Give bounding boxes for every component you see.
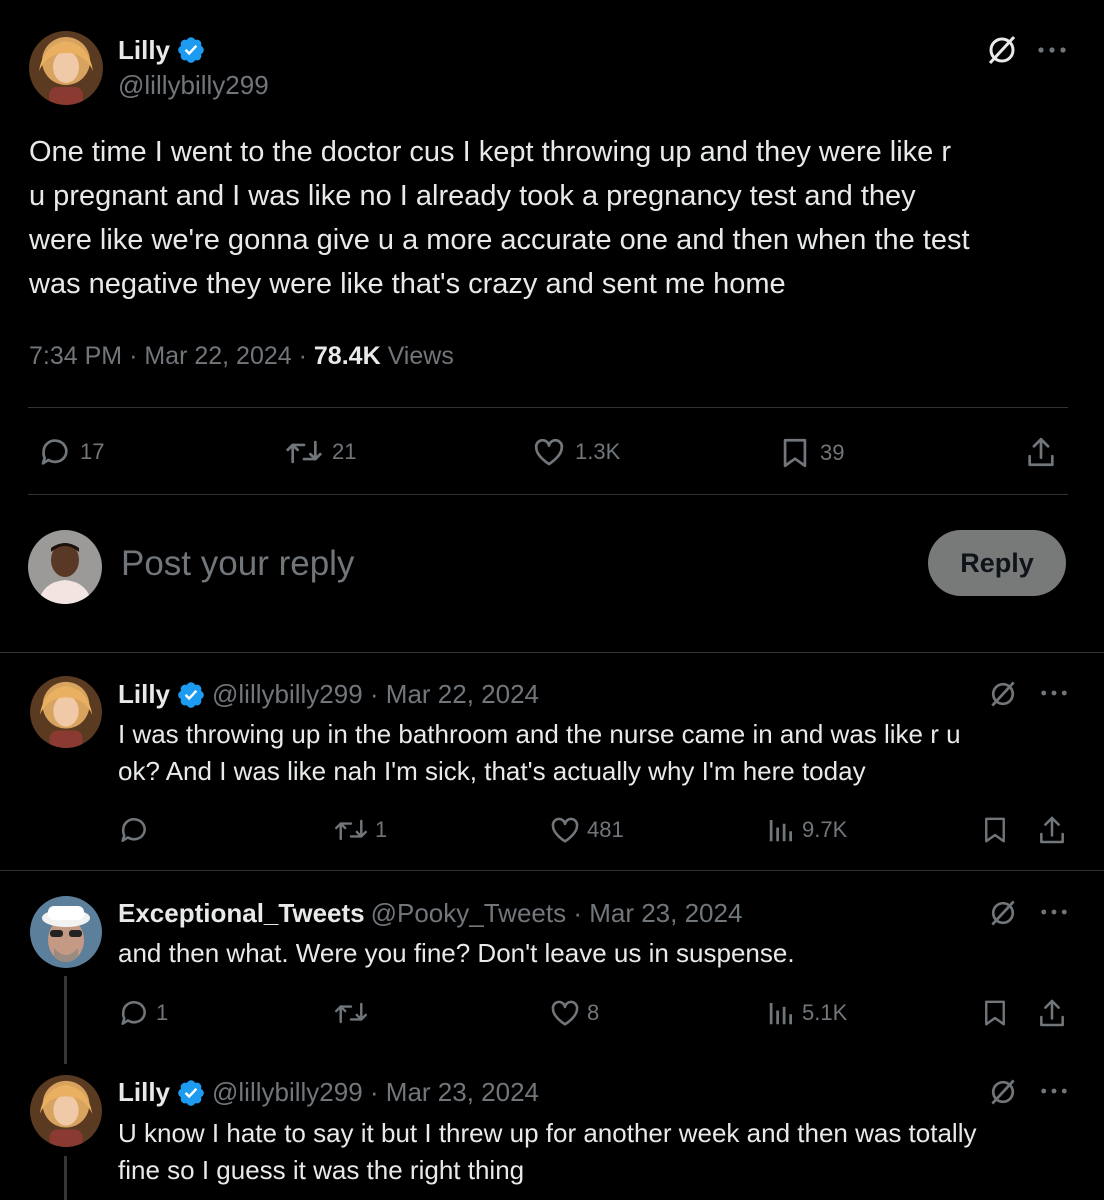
reply-action[interactable] <box>118 814 156 846</box>
reply-text-line: I was throwing up in the bathroom and th… <box>118 719 961 749</box>
heart-icon <box>549 997 581 1029</box>
reply-text-line: ok? And I was like nah I'm sick, that's … <box>118 756 866 786</box>
post-text-line: was negative they were like that's crazy… <box>29 268 786 300</box>
reply-text-line: U know I hate to say it but I threw up f… <box>118 1118 977 1148</box>
reply-action[interactable]: 1 <box>118 997 168 1029</box>
share-icon[interactable] <box>1036 997 1068 1029</box>
grok-icon[interactable] <box>987 1076 1019 1108</box>
reply-author-name[interactable]: Lilly <box>118 1077 170 1108</box>
more-icon[interactable] <box>1037 45 1067 55</box>
reply-author-avatar[interactable] <box>30 1075 102 1147</box>
reply-input[interactable]: Post your reply <box>121 544 354 584</box>
verified-badge-icon <box>176 1078 206 1108</box>
section-divider <box>0 870 1104 871</box>
reply-button[interactable]: Reply <box>928 530 1066 596</box>
grok-icon[interactable] <box>984 32 1020 68</box>
reply-text-line: fine so I guess it was the right thing <box>118 1155 525 1185</box>
repost-icon <box>333 997 369 1029</box>
repost-count: 21 <box>332 439 357 464</box>
like-count: 8 <box>587 1000 600 1025</box>
reply-text: U know I hate to say it but I threw up f… <box>118 1115 976 1189</box>
repost-icon <box>284 435 324 469</box>
reply-handle-date[interactable]: @lillybilly299 · Mar 23, 2024 <box>212 1077 539 1108</box>
reply-text: I was throwing up in the bathroom and th… <box>118 716 961 790</box>
reply-author-avatar[interactable] <box>30 896 102 968</box>
bookmark-action[interactable]: 39 <box>778 435 844 471</box>
share-icon[interactable] <box>1024 434 1058 470</box>
reply-author-name[interactable]: Exceptional_Tweets <box>118 898 365 929</box>
post-text: One time I went to the doctor cus I kept… <box>29 130 1079 306</box>
reply-action[interactable]: 17 <box>38 435 104 469</box>
like-count: 481 <box>587 817 624 842</box>
heart-icon <box>531 435 567 469</box>
author-avatar[interactable] <box>29 31 103 105</box>
verified-badge-icon <box>176 680 206 710</box>
bookmark-icon <box>778 435 812 471</box>
post-text-line: u pregnant and I was like no I already t… <box>29 180 916 212</box>
reply-author-avatar[interactable] <box>30 676 102 748</box>
repost-action[interactable] <box>333 997 375 1029</box>
repost-icon <box>333 814 369 846</box>
author-name[interactable]: Lilly <box>118 35 170 66</box>
reply-text-line: and then what. Were you fine? Don't leav… <box>118 938 795 968</box>
reply-handle-date[interactable]: @Pooky_Tweets · Mar 23, 2024 <box>371 898 743 929</box>
section-divider <box>0 652 1104 653</box>
reply-handle-date[interactable]: @lillybilly299 · Mar 22, 2024 <box>212 679 539 710</box>
repost-action[interactable]: 21 <box>284 435 356 469</box>
heart-icon <box>549 814 581 846</box>
like-count: 1.3K <box>575 439 621 464</box>
bookmark-icon[interactable] <box>980 814 1010 846</box>
repost-count: 1 <box>375 817 388 842</box>
reply-icon <box>118 997 150 1029</box>
reply-text: and then what. Were you fine? Don't leav… <box>118 935 795 972</box>
post-date[interactable]: Mar 22, 2024 <box>144 342 291 370</box>
author-handle[interactable]: @lillybilly299 <box>118 70 269 101</box>
reply-icon <box>38 435 72 469</box>
reply-count: 17 <box>80 439 105 464</box>
views-icon <box>766 997 796 1029</box>
more-icon[interactable] <box>1040 1086 1068 1096</box>
share-icon[interactable] <box>1036 814 1068 846</box>
bookmark-count: 39 <box>820 440 845 465</box>
post-meta: 7:34 PM · Mar 22, 2024 · 78.4K Views <box>29 342 454 370</box>
reply-author-name[interactable]: Lilly <box>118 679 170 710</box>
bookmark-icon[interactable] <box>980 997 1010 1029</box>
more-icon[interactable] <box>1040 907 1068 917</box>
reply-count: 1 <box>156 1000 169 1025</box>
post-text-line: were like we're gonna give u a more accu… <box>29 224 970 256</box>
views-icon <box>766 814 796 846</box>
post-text-line: One time I went to the doctor cus I kept… <box>29 136 952 168</box>
views-count: 5.1K <box>802 1000 848 1025</box>
verified-badge-icon <box>176 35 206 65</box>
views-label: Views <box>387 342 454 370</box>
divider <box>28 407 1068 408</box>
like-action[interactable]: 1.3K <box>531 435 620 469</box>
views-action[interactable]: 5.1K <box>766 997 847 1029</box>
repost-action[interactable]: 1 <box>333 814 387 846</box>
post-time[interactable]: 7:34 PM <box>29 342 122 370</box>
more-icon[interactable] <box>1040 688 1068 698</box>
views-action[interactable]: 9.7K <box>766 814 847 846</box>
like-action[interactable]: 8 <box>549 997 599 1029</box>
views-count: 78.4K <box>313 342 381 370</box>
thread-line <box>64 1156 67 1200</box>
like-action[interactable]: 481 <box>549 814 624 846</box>
reply-icon <box>118 814 150 846</box>
grok-icon[interactable] <box>987 678 1019 710</box>
grok-icon[interactable] <box>987 897 1019 929</box>
thread-line <box>64 976 67 1064</box>
views-count: 9.7K <box>802 817 848 842</box>
current-user-avatar[interactable] <box>28 530 102 604</box>
divider <box>28 494 1068 495</box>
